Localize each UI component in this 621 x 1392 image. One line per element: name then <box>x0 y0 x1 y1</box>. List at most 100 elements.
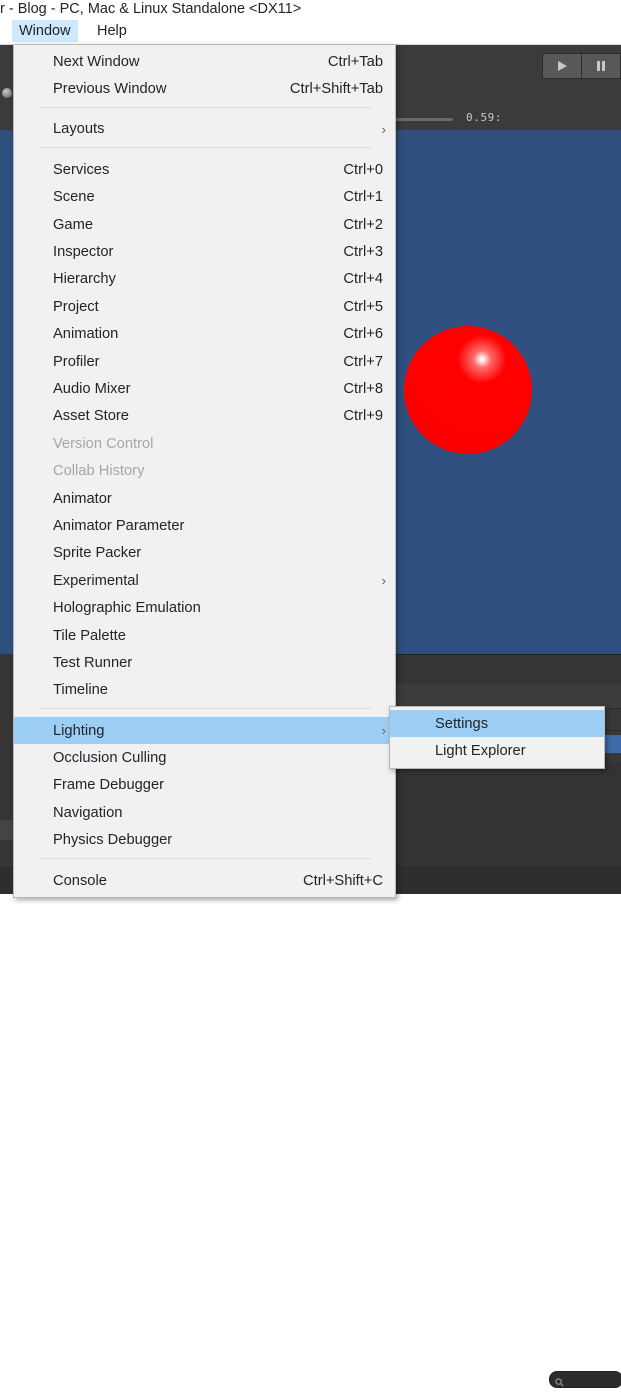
window-title-text: r - Blog - PC, Mac & Linux Standalone <D… <box>0 1 302 17</box>
menu-item-physics-debugger[interactable]: Physics Debugger <box>14 827 395 854</box>
menu-item-label: Lighting <box>53 722 105 739</box>
editor-left-strip-band <box>0 820 13 840</box>
submenu-item-label: Light Explorer <box>435 743 526 760</box>
menu-item-label: Layouts <box>53 121 105 138</box>
play-button[interactable] <box>542 53 582 79</box>
editor-left-strip-lower <box>0 654 13 894</box>
pause-icon <box>597 61 605 71</box>
menu-item-shortcut: Ctrl+6 <box>343 326 383 343</box>
menu-item-label: Collab History <box>53 463 145 480</box>
menu-item-services[interactable]: Services Ctrl+0 <box>14 156 395 183</box>
menu-item-scene[interactable]: Scene Ctrl+1 <box>14 184 395 211</box>
menu-item-navigation[interactable]: Navigation <box>14 799 395 826</box>
menu-item-asset-store[interactable]: Asset Store Ctrl+9 <box>14 403 395 430</box>
menu-item-label: Profiler <box>53 353 100 370</box>
menu-item-label: Asset Store <box>53 408 129 425</box>
menu-item-shortcut: Ctrl+1 <box>343 189 383 206</box>
menu-item-collab-history: Collab History <box>14 457 395 484</box>
menu-item-occlusion-culling[interactable]: Occlusion Culling <box>14 744 395 771</box>
menu-item-layouts[interactable]: Layouts › <box>14 116 395 143</box>
submenu-item-light-explorer[interactable]: Light Explorer <box>390 737 604 764</box>
menu-item-frame-debugger[interactable]: Frame Debugger <box>14 772 395 799</box>
menu-item-shortcut: Ctrl+9 <box>343 408 383 425</box>
menu-item-label: Frame Debugger <box>53 777 165 794</box>
menu-item-lighting[interactable]: Lighting › <box>14 716 395 745</box>
menu-item-inspector[interactable]: Inspector Ctrl+3 <box>14 238 395 265</box>
menu-item-hierarchy[interactable]: Hierarchy Ctrl+4 <box>14 266 395 293</box>
chevron-right-icon: › <box>381 573 386 589</box>
lighting-submenu: Settings Light Explorer <box>389 706 605 769</box>
menu-item-label: Navigation <box>53 804 123 821</box>
menu-item-animation[interactable]: Animation Ctrl+6 <box>14 321 395 348</box>
menu-item-console[interactable]: Console Ctrl+Shift+C <box>14 867 395 894</box>
menu-item-label: Occlusion Culling <box>53 750 167 767</box>
menu-item-label: Version Control <box>53 435 154 452</box>
menu-item-shortcut: Ctrl+7 <box>343 353 383 370</box>
menu-item-shortcut: Ctrl+2 <box>343 216 383 233</box>
menu-item-previous-window[interactable]: Previous Window Ctrl+Shift+Tab <box>14 75 395 102</box>
window-title-bar: r - Blog - PC, Mac & Linux Standalone <D… <box>0 0 621 18</box>
menubar-item-window[interactable]: Window <box>12 20 78 42</box>
menu-item-label: Next Window <box>53 53 140 70</box>
menu-item-animator-parameter[interactable]: Animator Parameter <box>14 512 395 539</box>
menu-item-label: Holographic Emulation <box>53 600 201 617</box>
gizmo-icon <box>2 88 12 98</box>
menu-separator <box>14 857 395 867</box>
menu-item-game[interactable]: Game Ctrl+2 <box>14 211 395 238</box>
menu-separator <box>14 147 395 156</box>
play-controls <box>542 53 621 79</box>
menu-item-label: Hierarchy <box>53 271 116 288</box>
menu-item-shortcut: Ctrl+Tab <box>327 53 383 70</box>
menu-item-project[interactable]: Project Ctrl+5 <box>14 293 395 320</box>
menu-item-label: Services <box>53 161 110 178</box>
search-input[interactable] <box>549 1371 621 1388</box>
menu-separator-line <box>38 106 371 108</box>
menu-item-shortcut: Ctrl+Shift+C <box>303 872 383 889</box>
window-dropdown-menu: Next Window Ctrl+Tab Previous Window Ctrl+S… <box>13 44 396 899</box>
submenu-item-label: Settings <box>435 715 489 732</box>
menu-item-shortcut: Ctrl+8 <box>343 380 383 397</box>
menu-item-label: Console <box>53 872 107 889</box>
menu-item-profiler[interactable]: Profiler Ctrl+7 <box>14 348 395 375</box>
submenu-item-settings[interactable]: Settings <box>390 710 604 738</box>
menu-item-label: Audio Mixer <box>53 380 131 397</box>
scale-slider[interactable] <box>395 118 453 121</box>
chevron-right-icon: › <box>381 121 386 137</box>
pause-button[interactable] <box>581 53 621 79</box>
menu-item-label: Project <box>53 298 99 315</box>
scale-value: 0.59: <box>466 111 503 124</box>
menu-item-sprite-packer[interactable]: Sprite Packer <box>14 540 395 567</box>
menu-item-version-control: Version Control <box>14 430 395 457</box>
menu-item-label: Physics Debugger <box>53 832 173 849</box>
menu-item-label: Test Runner <box>53 654 133 671</box>
menu-item-label: Animator <box>53 490 112 507</box>
menu-item-audio-mixer[interactable]: Audio Mixer Ctrl+8 <box>14 375 395 402</box>
menu-item-shortcut: Ctrl+Shift+Tab <box>289 81 383 98</box>
menu-separator-line <box>38 857 371 859</box>
menu-item-shortcut: Ctrl+5 <box>343 298 383 315</box>
menu-item-label: Tile Palette <box>53 627 126 644</box>
menu-item-test-runner[interactable]: Test Runner <box>14 649 395 676</box>
chevron-right-icon: › <box>381 723 386 739</box>
menu-separator <box>14 106 395 116</box>
menu-item-label: Animator Parameter <box>53 517 185 534</box>
menu-separator-line <box>38 147 371 149</box>
menubar-item-help[interactable]: Help <box>90 20 134 42</box>
search-icon <box>555 1374 564 1392</box>
menu-item-experimental[interactable]: Experimental › <box>14 567 395 594</box>
red-sphere-object <box>404 326 532 454</box>
menu-item-next-window[interactable]: Next Window Ctrl+Tab <box>14 48 395 75</box>
menu-item-tile-palette[interactable]: Tile Palette <box>14 622 395 649</box>
menu-item-holographic-emulation[interactable]: Holographic Emulation <box>14 594 395 621</box>
menu-item-label: Timeline <box>53 682 108 699</box>
menu-separator-line <box>38 707 371 709</box>
game-view-left-strip <box>0 130 13 654</box>
menu-item-animator[interactable]: Animator <box>14 485 395 512</box>
menu-item-timeline[interactable]: Timeline <box>14 677 395 704</box>
play-icon <box>558 61 567 71</box>
menu-item-label: Inspector <box>53 244 114 261</box>
menu-item-shortcut: Ctrl+3 <box>343 244 383 261</box>
menu-item-shortcut: Ctrl+0 <box>343 161 383 178</box>
menu-item-label: Experimental <box>53 572 139 589</box>
menu-bar: t Window Help <box>0 18 621 45</box>
